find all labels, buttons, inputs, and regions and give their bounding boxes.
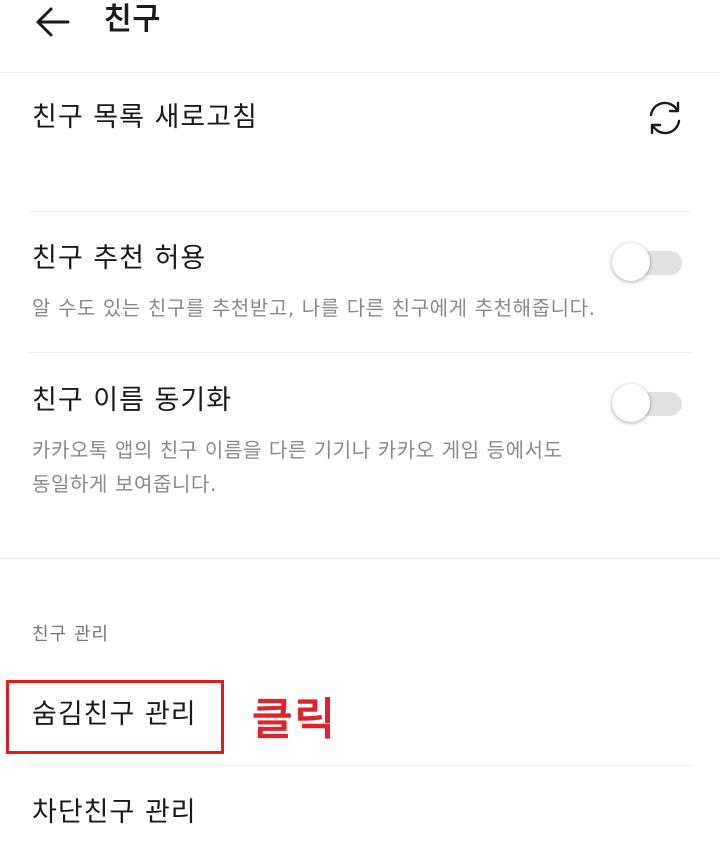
refresh-icon [649,101,681,135]
name-sync-description-line2: 동일하게 보여줍니다. [32,472,217,496]
click-annotation: 클릭 [252,694,337,745]
divider [28,211,692,212]
recommend-description: 알 수도 있는 친구를 추천받고, 나를 다른 친구에게 추천해줍니다. [32,296,596,320]
refresh-button[interactable] [643,96,687,140]
name-sync-toggle[interactable] [612,383,682,423]
divider [28,765,692,766]
refresh-friends-label[interactable]: 친구 목록 새로고침 [32,100,258,136]
blocked-friends-item[interactable]: 차단친구 관리 [32,795,197,831]
arrow-left-icon [36,7,70,37]
name-sync-description-line1: 카카오톡 앱의 친구 이름을 다른 기기나 카카오 게임 등에서도 [32,438,563,462]
divider [28,352,692,353]
highlight-box [6,680,224,754]
toggle-knob [612,243,650,281]
section-label-friend-management: 친구 관리 [32,624,109,645]
page-title: 친구 [104,2,162,37]
app-header: 친구 [0,0,720,73]
back-button[interactable] [30,2,76,42]
section-divider [0,558,720,559]
recommend-toggle[interactable] [612,242,682,282]
recommend-label: 친구 추천 허용 [32,243,207,274]
toggle-knob [612,384,650,422]
name-sync-label: 친구 이름 동기화 [32,385,233,416]
